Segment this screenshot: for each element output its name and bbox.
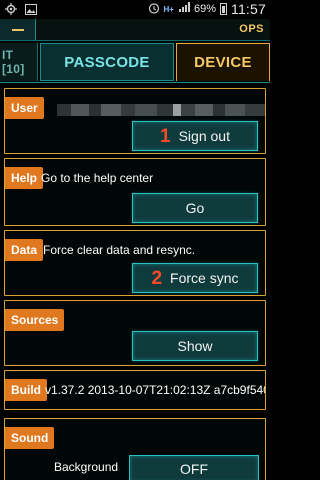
section-label-sources: Sources [5, 309, 65, 331]
image-icon [24, 2, 38, 16]
data-description: Force clear data and resync. [43, 243, 196, 257]
clock: 11:57 [231, 1, 266, 17]
force-sync-label: Force sync [170, 270, 239, 286]
section-label-help: Help [5, 167, 44, 189]
menu-button[interactable] [0, 19, 36, 40]
tab-device[interactable]: DEVICE [176, 43, 270, 81]
top-toolbar: OPS [0, 19, 270, 41]
section-label-user: User [5, 97, 44, 119]
network-type-icon: H+ [163, 4, 174, 14]
force-sync-button[interactable]: 2 Force sync [132, 263, 258, 293]
background-sound-label: Background [54, 460, 119, 474]
device-settings-list[interactable]: User 1 Sign out Help Go to the help cent… [0, 84, 270, 480]
status-bar: H+ 69% 11:57 [0, 0, 270, 19]
background-sound-value: OFF [180, 461, 208, 477]
section-data: Data Force clear data and resync. 2 Forc… [4, 230, 266, 296]
background-sound-toggle[interactable]: OFF [129, 455, 259, 480]
section-label-data: Data [5, 239, 44, 261]
sign-out-button[interactable]: 1 Sign out [132, 121, 258, 151]
tab-intel[interactable]: IT [10] [0, 43, 38, 81]
show-label: Show [177, 338, 213, 354]
section-sources: Sources Show [4, 300, 266, 366]
tab-bar: IT [10] PASSCODE DEVICE [0, 41, 270, 83]
show-sources-button[interactable]: Show [132, 331, 258, 361]
help-description: Go to the help center [41, 171, 154, 185]
build-version: v1.37.2 2013-10-07T21:02:13Z a7cb9f5402e [45, 383, 265, 397]
ops-title: OPS [239, 23, 264, 35]
battery-icon [220, 3, 227, 15]
go-button[interactable]: Go [132, 193, 258, 223]
signal-icon [178, 2, 190, 16]
battery-percent: 69% [193, 3, 216, 15]
step-marker-1: 1 [160, 125, 171, 147]
location-icon [4, 2, 18, 16]
section-help: Help Go to the help center Go [4, 158, 266, 226]
step-marker-2: 2 [151, 267, 163, 289]
sign-out-label: Sign out [178, 128, 230, 144]
section-label-sound: Sound [5, 427, 55, 449]
go-label: Go [185, 200, 205, 216]
menu-icon [11, 28, 24, 31]
section-label-build: Build [5, 379, 47, 401]
section-user: User 1 Sign out [4, 88, 266, 154]
redacted-username [57, 104, 265, 116]
section-build: Build v1.37.2 2013-10-07T21:02:13Z a7cb9… [4, 370, 266, 410]
tab-passcode[interactable]: PASSCODE [40, 43, 174, 81]
alarm-icon [148, 2, 160, 17]
